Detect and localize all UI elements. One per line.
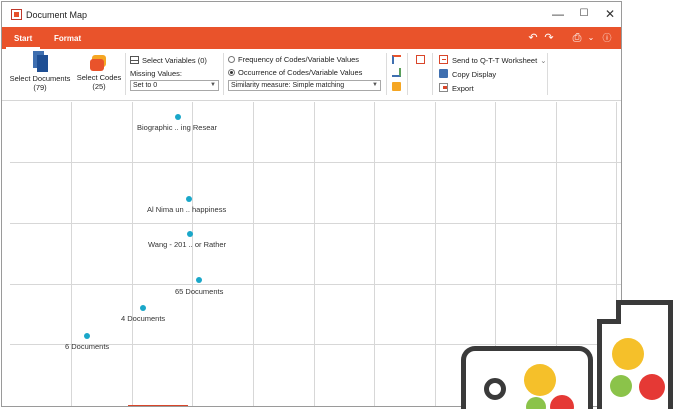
similarity-measure-value: Similarity measure: Simple matching bbox=[231, 82, 345, 89]
frequency-option-label: Frequency of Codes/Variable Values bbox=[238, 55, 360, 64]
ring-logo-icon bbox=[484, 378, 506, 400]
grid-line bbox=[192, 102, 193, 406]
ribbon-divider bbox=[386, 53, 387, 95]
help-icon[interactable]: ⓘ bbox=[600, 31, 614, 45]
radio-unchecked-icon bbox=[228, 56, 235, 63]
tab-start[interactable]: Start bbox=[6, 27, 41, 49]
node-label: 6 Documents bbox=[65, 342, 110, 351]
ribbon-divider bbox=[407, 53, 408, 95]
document-logo-icon bbox=[597, 300, 673, 409]
folder-logo-icon bbox=[461, 346, 593, 409]
document-node[interactable] bbox=[187, 231, 193, 237]
document-cluster-node[interactable] bbox=[140, 305, 146, 311]
node-label: 65 Documents bbox=[175, 287, 224, 296]
grid-line bbox=[10, 162, 621, 163]
document-node[interactable] bbox=[186, 196, 192, 202]
grid-line bbox=[253, 102, 254, 406]
missing-values-dropdown[interactable]: Set to 0 ▼ bbox=[130, 80, 219, 91]
document-cluster-node[interactable] bbox=[196, 277, 202, 283]
grid-line bbox=[374, 102, 375, 406]
close-button[interactable]: ✕ bbox=[597, 4, 621, 24]
chevron-down-icon[interactable]: ⌄ bbox=[584, 31, 598, 45]
copy-display-label: Copy Display bbox=[452, 70, 497, 79]
missing-values-value: Set to 0 bbox=[133, 82, 158, 89]
grid-line bbox=[71, 102, 72, 406]
select-documents-label: Select Documents bbox=[9, 74, 71, 83]
grid-line bbox=[10, 223, 621, 224]
select-documents-button[interactable]: Select Documents (79) bbox=[9, 51, 71, 92]
select-codes-label: Select Codes bbox=[76, 73, 122, 82]
ribbon-panel: Select Documents (79) Select Codes (25) … bbox=[2, 49, 621, 101]
grid-line bbox=[314, 102, 315, 406]
grid-line bbox=[132, 102, 133, 406]
dropdown-arrow-icon: ▼ bbox=[372, 82, 378, 88]
red-circle-icon bbox=[639, 374, 665, 400]
send-icon bbox=[439, 55, 448, 64]
red-circle-icon bbox=[550, 395, 574, 409]
export-icon bbox=[439, 83, 448, 92]
documents-icon bbox=[32, 51, 48, 72]
yellow-circle-icon bbox=[612, 338, 644, 370]
print-icon[interactable]: ⎙ bbox=[570, 31, 584, 45]
send-to-label: Send to Q-T-T Worksheet bbox=[452, 56, 538, 65]
copy-icon bbox=[439, 69, 448, 78]
document-node[interactable] bbox=[175, 114, 181, 120]
minimize-button[interactable]: — bbox=[545, 4, 571, 24]
undo-icon[interactable]: ↶ bbox=[526, 31, 540, 45]
chevron-down-icon: ⌄ bbox=[540, 56, 547, 65]
grid-line bbox=[435, 102, 436, 406]
radio-checked-icon bbox=[228, 69, 235, 76]
occurrence-option-radio[interactable]: Occurrence of Codes/Variable Values bbox=[228, 68, 362, 77]
redo-icon[interactable]: ↷ bbox=[542, 31, 556, 45]
missing-values-label: Missing Values: bbox=[130, 69, 182, 78]
copy-display-button[interactable]: Copy Display bbox=[439, 69, 496, 79]
window-title: Document Map bbox=[26, 10, 88, 20]
ribbon-divider bbox=[125, 53, 126, 95]
dropdown-arrow-icon: ▼ bbox=[210, 82, 216, 88]
grid-line bbox=[10, 284, 621, 285]
page-fold-icon bbox=[597, 300, 621, 324]
ribbon-divider bbox=[432, 53, 433, 95]
ribbon-tab-bar: Start Format ↶ ↷ ⎙ ⌄ ⓘ bbox=[2, 27, 621, 49]
ribbon-divider bbox=[547, 53, 548, 95]
node-label: Wang - 201 .. or Rather bbox=[148, 240, 227, 249]
tab-format[interactable]: Format bbox=[46, 27, 89, 49]
scroll-indicator bbox=[128, 405, 188, 406]
occurrence-option-label: Occurrence of Codes/Variable Values bbox=[238, 68, 363, 77]
green-circle-icon bbox=[526, 397, 546, 409]
select-documents-count: (79) bbox=[33, 83, 47, 92]
select-codes-count: (25) bbox=[92, 82, 106, 91]
link-nodes-icon[interactable] bbox=[392, 55, 401, 64]
codes-icon bbox=[90, 55, 108, 71]
select-codes-button[interactable]: Select Codes (25) bbox=[75, 51, 123, 91]
document-cluster-node[interactable] bbox=[84, 333, 90, 339]
green-circle-icon bbox=[610, 375, 632, 397]
select-variables-button[interactable]: Select Variables (0) bbox=[130, 56, 207, 65]
node-label: Biographic .. ing Resear bbox=[137, 123, 218, 132]
select-variables-label: Select Variables (0) bbox=[142, 56, 207, 65]
ribbon-divider bbox=[223, 53, 224, 95]
node-label: 4 Documents bbox=[121, 314, 166, 323]
frequency-option-radio[interactable]: Frequency of Codes/Variable Values bbox=[228, 55, 359, 64]
cluster-icon[interactable] bbox=[392, 82, 401, 91]
similarity-measure-dropdown[interactable]: Similarity measure: Simple matching ▼ bbox=[228, 80, 381, 91]
export-button[interactable]: Export bbox=[439, 83, 474, 93]
yellow-circle-icon bbox=[524, 364, 556, 396]
document-map-app-icon bbox=[11, 9, 22, 20]
maximize-button[interactable]: ☐ bbox=[571, 4, 597, 24]
open-window-icon[interactable] bbox=[416, 55, 425, 64]
title-bar: Document Map — ☐ ✕ bbox=[2, 2, 621, 27]
node-label: Al Nima un .. happiness bbox=[147, 205, 227, 214]
layout-icon[interactable] bbox=[392, 68, 401, 77]
send-to-worksheet-button[interactable]: Send to Q-T-T Worksheet ⌄ bbox=[439, 55, 546, 65]
export-label: Export bbox=[452, 84, 474, 93]
variables-icon bbox=[130, 56, 139, 64]
